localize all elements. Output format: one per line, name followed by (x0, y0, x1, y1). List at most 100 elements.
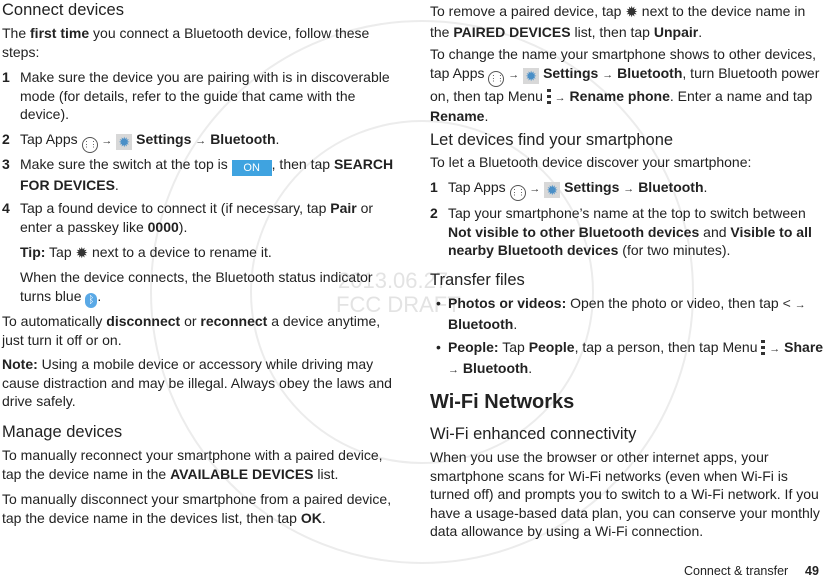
bluetooth-label: Bluetooth (617, 64, 683, 81)
find-step-2: 2 Tap your smartphone’s name at the top t… (430, 204, 827, 260)
settings-label: Settings (543, 64, 599, 81)
find-intro: To let a Bluetooth device discover your … (430, 154, 752, 170)
text: . (513, 315, 518, 332)
step-number: 1 (2, 69, 10, 85)
step-number: 1 (430, 179, 438, 195)
text: Tap (498, 339, 529, 355)
step-number: 3 (2, 156, 10, 172)
wifi-paragraph: When you use the browser or other intern… (430, 449, 820, 539)
passkey-label: 0000 (147, 218, 179, 235)
gear-icon: ✹ (625, 4, 638, 21)
arrow-icon: → (769, 343, 781, 355)
manage-disconnect-paragraph: To manually disconnect your smartphone f… (2, 490, 402, 527)
find-step-1: 1 Tap Apps ⋮⋮ → ✹ Settings → Bluetooth. (430, 178, 827, 201)
apps-icon: ⋮⋮ (509, 185, 526, 201)
text: To manually disconnect your smartphone f… (2, 491, 392, 526)
settings-label: Settings (564, 179, 620, 195)
manage-reconnect-paragraph: To manually reconnect your smartphone wi… (2, 446, 402, 483)
bluetooth-label: Bluetooth (462, 359, 529, 376)
step-number: 2 (2, 131, 10, 147)
bold-text: OK (300, 509, 322, 526)
step-text: Tap Apps (448, 179, 510, 195)
bullet-people: • People: Tap People, tap a person, then … (430, 338, 827, 379)
bold-text: Not visible to other Bluetooth devices (448, 223, 700, 240)
wifi-enhanced-heading: Wi-Fi enhanced connectivity (430, 425, 637, 443)
text: Open the photo or video, then tap (566, 295, 783, 311)
settings-icon: ✹ (544, 182, 561, 198)
note-label: Note: (2, 356, 38, 372)
connected-paragraph: When the device connects, the Bluetooth … (2, 268, 402, 308)
apps-icon: ⋮⋮ (488, 70, 505, 87)
bold-text: disconnect (106, 313, 181, 329)
note-paragraph: Note: Using a mobile device or accessory… (2, 355, 402, 411)
bluetooth-label: Bluetooth (448, 315, 514, 332)
bold-text: PAIRED DEVICES (453, 23, 571, 40)
on-switch: ON (231, 160, 272, 176)
menu-icon (546, 88, 551, 104)
arrow-icon: → (623, 183, 635, 195)
intro-paragraph: The first time you connect a Bluetooth d… (2, 24, 402, 61)
text: To remove a paired device, tap (430, 3, 626, 19)
gear-icon: ✹ (75, 245, 89, 262)
wifi-networks-heading: Wi-Fi Networks (430, 391, 575, 413)
arrow-icon: → (794, 299, 806, 311)
step-2: 2 Tap Apps ⋮⋮ → ✹ Settings → Bluetooth. (2, 130, 402, 153)
bullet-photos: • Photos or videos: Open the photo or vid… (430, 294, 827, 333)
bold-text: AVAILABLE DEVICES (170, 465, 314, 482)
text: next to a device to rename it. (88, 244, 272, 260)
bold-text: Photos or videos: (448, 295, 567, 311)
remove-device-paragraph: To remove a paired device, tap ✹ next to… (430, 2, 827, 41)
text: or (180, 313, 201, 329)
text: Using a mobile device or accessory while… (2, 356, 392, 409)
settings-icon: ✹ (116, 134, 133, 150)
step-text: Tap your smartphone’s name at the top to… (448, 205, 806, 221)
bold-text: People (528, 339, 575, 355)
text: ). (178, 218, 188, 235)
arrow-icon: → (448, 363, 459, 376)
step-text: Make sure the switch at the top is (20, 156, 232, 172)
step-3: 3 Make sure the switch at the top is ON, … (2, 155, 402, 195)
share-icon: < (782, 295, 791, 311)
text: . (528, 359, 533, 376)
step-number: 4 (2, 200, 10, 216)
arrow-icon: → (195, 135, 207, 147)
text: . (275, 131, 280, 147)
text: The (2, 25, 31, 41)
step-text: Tap a found device to connect it (if nec… (20, 200, 331, 216)
text: , tap a person, then tap Menu (574, 339, 762, 355)
text: . (114, 177, 119, 193)
transfer-files-heading: Transfer files (430, 271, 525, 289)
tip-label: Tip: (20, 244, 46, 260)
auto-connect-paragraph: To automatically disconnect or reconnect… (2, 312, 402, 349)
arrow-icon: → (602, 68, 614, 81)
bold-text: first time (30, 25, 90, 41)
text: When the device connects, the Bluetooth … (20, 269, 373, 304)
text: . (698, 23, 703, 40)
text: Tap (45, 244, 76, 260)
text: . Enter a name and tap (669, 87, 813, 104)
text: . (703, 179, 708, 195)
arrow-icon: → (508, 68, 520, 81)
settings-icon: ✹ (523, 67, 540, 84)
arrow-icon: → (101, 135, 113, 147)
bold-text: People: (448, 339, 499, 355)
bold-text: Rename phone (569, 87, 670, 104)
bold-text: reconnect (200, 313, 268, 329)
bluetooth-label: Bluetooth (210, 131, 276, 147)
text: . (97, 287, 102, 304)
text: . (484, 108, 489, 124)
text: and (699, 223, 731, 240)
text: . (321, 509, 326, 526)
bold-text: Unpair (653, 23, 699, 40)
step-4: 4 Tap a found device to connect it (if ne… (2, 199, 402, 236)
step-number: 2 (430, 205, 438, 221)
bluetooth-icon: ᛒ (85, 292, 98, 308)
rename-paragraph: To change the name your smartphone shows… (430, 45, 827, 126)
arrow-icon: → (554, 91, 566, 104)
text: To automatically (2, 313, 107, 329)
text: list. (313, 465, 339, 482)
step-1: 1 Make sure the device you are pairing wi… (2, 68, 402, 124)
find-smartphone-heading: Let devices find your smartphone (430, 131, 674, 149)
text: , then tap (271, 156, 334, 172)
bold-text: Rename (430, 108, 485, 124)
